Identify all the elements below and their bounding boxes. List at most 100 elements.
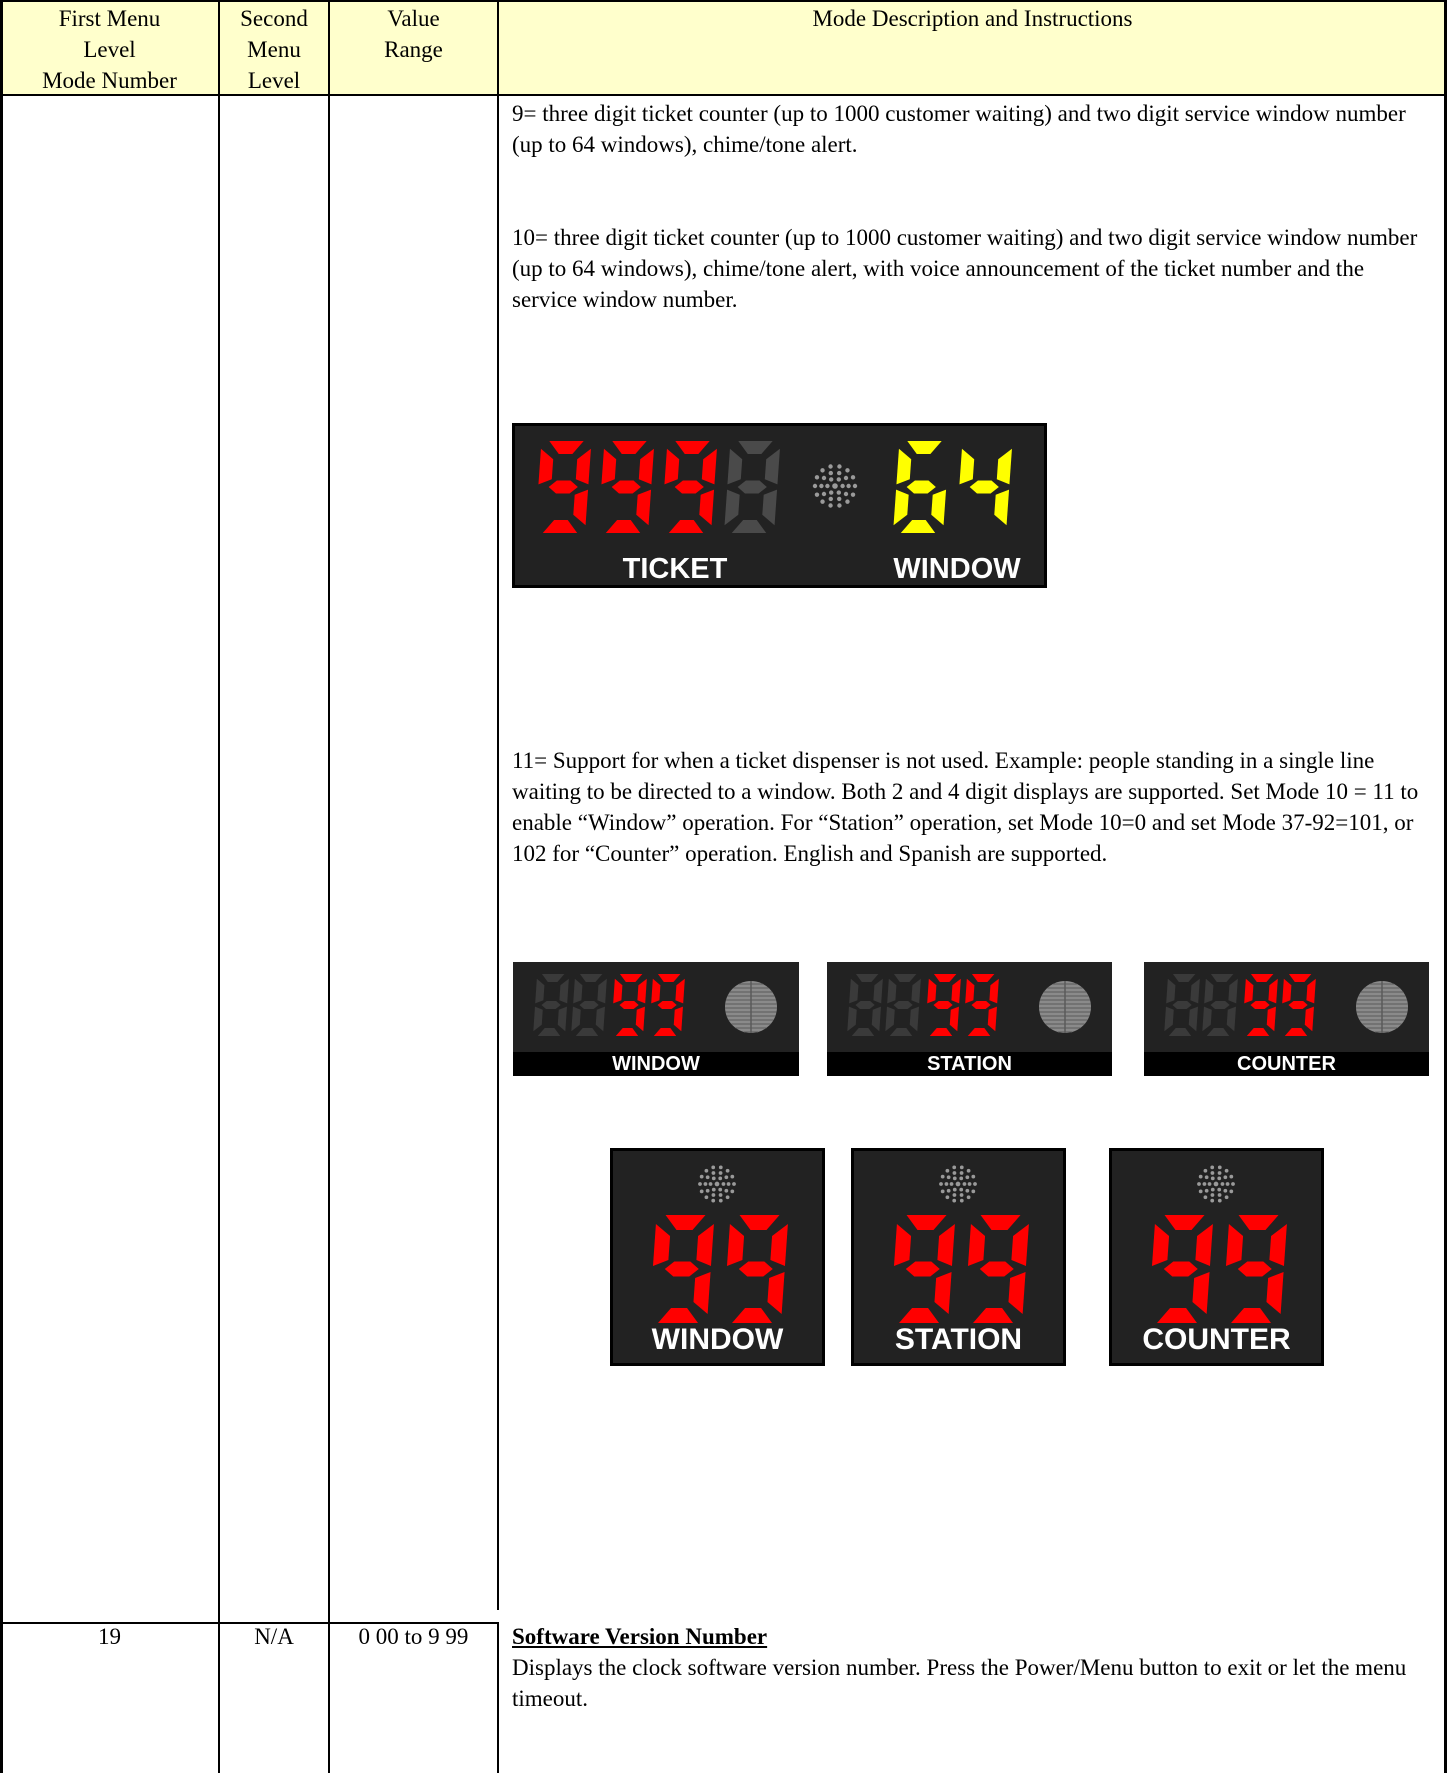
header-text: Level xyxy=(247,68,301,93)
chime-speaker-icon xyxy=(812,464,858,508)
segment-a xyxy=(1172,974,1196,982)
segment-d xyxy=(668,520,704,533)
segment-g xyxy=(905,1261,940,1277)
mode-10-description: 10= three digit ticket counter (up to 10… xyxy=(512,225,1418,312)
mode-9-description: 9= three digit ticket counter (up to 100… xyxy=(512,101,1406,157)
header-value-range: Value Range xyxy=(329,0,498,95)
segment-g xyxy=(674,480,704,494)
chime-speaker-icon xyxy=(1197,1165,1235,1203)
display-digit xyxy=(651,974,685,1036)
segment-e xyxy=(893,489,909,526)
segment-d xyxy=(1284,1028,1308,1036)
segment-b xyxy=(575,448,591,485)
segment-b xyxy=(1195,1224,1213,1266)
segment-g xyxy=(664,1261,699,1277)
segment-f xyxy=(1225,1224,1244,1266)
segment-b xyxy=(1306,978,1316,1004)
segment-g xyxy=(1210,1001,1230,1009)
wide-display-label: STATION xyxy=(927,1053,1012,1075)
segment-d xyxy=(615,1028,639,1036)
segment-g xyxy=(1172,1001,1192,1009)
square-window-display: WINDOW xyxy=(610,1148,825,1366)
segment-g xyxy=(893,1001,913,1009)
segment-d xyxy=(1206,1028,1230,1036)
ticket-digit xyxy=(601,441,654,533)
segment-d xyxy=(731,520,767,533)
square-display-label: WINDOW xyxy=(651,1323,784,1356)
segment-f xyxy=(967,1224,986,1266)
segment-e xyxy=(533,1006,543,1032)
segment-a xyxy=(657,974,681,982)
window-label: WINDOW xyxy=(893,553,1021,585)
segment-g xyxy=(969,480,999,494)
square-display-label: COUNTER xyxy=(1142,1323,1291,1356)
segment-c xyxy=(595,1006,605,1032)
segment-d xyxy=(542,520,578,533)
segment-c xyxy=(635,1006,645,1032)
segment-f xyxy=(535,978,545,1004)
display-digit xyxy=(1151,1215,1213,1323)
segment-a xyxy=(1164,1215,1205,1230)
display-digit xyxy=(1282,974,1316,1036)
segment-a xyxy=(933,974,957,982)
segment-e xyxy=(885,1006,895,1032)
segment-c xyxy=(1008,1272,1026,1314)
segment-b xyxy=(873,978,883,1004)
display-digit xyxy=(652,1215,714,1323)
column-divider xyxy=(328,0,330,1773)
segment-d xyxy=(851,1028,875,1036)
segment-d xyxy=(973,1308,1013,1323)
segment-a xyxy=(1288,974,1312,982)
unlit-digit xyxy=(885,974,921,1036)
display-digit xyxy=(1225,1215,1287,1323)
segment-b xyxy=(1269,1224,1287,1266)
ticket-label: TICKET xyxy=(622,553,728,585)
segment-a xyxy=(907,441,942,454)
wide-display-digits xyxy=(847,974,1091,1036)
segment-f xyxy=(613,978,623,1004)
column-divider xyxy=(218,0,220,1773)
software-version-description: Software Version Number Displays the clo… xyxy=(512,1621,1422,1714)
segment-d xyxy=(967,1028,991,1036)
segment-b xyxy=(937,1224,955,1266)
segment-f xyxy=(1282,978,1292,1004)
segment-f xyxy=(1166,978,1176,1004)
ticket-digit xyxy=(664,441,717,533)
display-digit xyxy=(967,1215,1029,1323)
display-digit xyxy=(893,1215,955,1323)
square-display-label: STATION xyxy=(894,1323,1023,1356)
column-divider xyxy=(497,0,499,1610)
segment-a xyxy=(579,974,603,982)
segment-b xyxy=(996,448,1012,485)
segment-c xyxy=(557,1006,567,1032)
segment-b xyxy=(696,1224,714,1266)
segment-g xyxy=(579,1001,599,1009)
segment-e xyxy=(1202,1006,1212,1032)
segment-g xyxy=(971,1001,991,1009)
segment-b xyxy=(764,448,780,485)
segment-f xyxy=(651,978,661,1004)
segment-f xyxy=(893,1224,912,1266)
segment-f xyxy=(727,448,743,485)
square-counter-display: COUNTER xyxy=(1109,1148,1324,1366)
header-text: Range xyxy=(384,37,443,62)
header-text: Mode Description and Instructions xyxy=(812,6,1133,31)
segment-g xyxy=(1288,1001,1308,1009)
segment-d xyxy=(1246,1028,1270,1036)
segment-f xyxy=(965,978,975,1004)
segment-g xyxy=(1163,1261,1198,1277)
segment-g xyxy=(611,480,641,494)
ticket-digit xyxy=(538,441,591,533)
segment-c xyxy=(693,1272,711,1314)
unlit-digit xyxy=(571,974,607,1036)
display-digit xyxy=(1244,974,1278,1036)
header-text: Menu xyxy=(247,37,301,62)
unlit-digit xyxy=(724,441,780,533)
segment-d xyxy=(929,1028,953,1036)
segment-d xyxy=(889,1028,913,1036)
segment-c xyxy=(871,1006,881,1032)
segment-e xyxy=(571,1006,581,1032)
segment-a xyxy=(739,1215,780,1230)
segment-g xyxy=(906,480,936,494)
unlit-digit xyxy=(1202,974,1238,1036)
